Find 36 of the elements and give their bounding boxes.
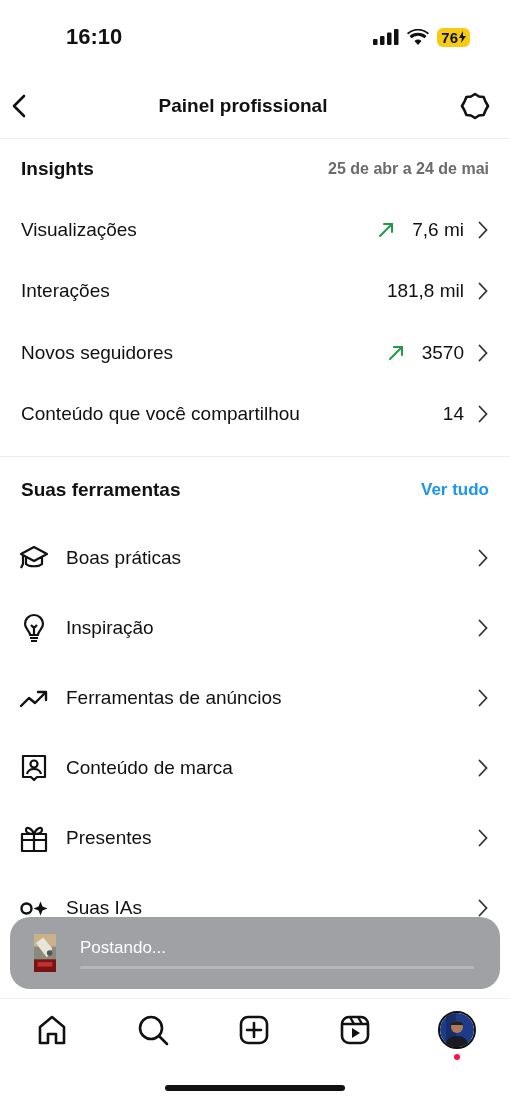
metric-row[interactable]: Visualizações 7,6 mi: [0, 199, 510, 261]
tool-row[interactable]: Boas práticas: [0, 523, 510, 593]
chevron-icon: [478, 619, 488, 637]
chevron-icon: [478, 759, 488, 777]
tool-row[interactable]: Ferramentas de anúncios: [0, 663, 510, 733]
home-icon: [36, 1014, 68, 1046]
chevron-icon: [478, 689, 488, 707]
metric-row[interactable]: Novos seguidores 3570: [0, 322, 510, 384]
add-icon: [238, 1014, 270, 1046]
chevron-icon: [478, 405, 488, 424]
chevron-icon: [478, 220, 488, 239]
posting-status: Postando...: [80, 937, 167, 958]
back-icon[interactable]: [12, 94, 26, 118]
wifi-icon: [407, 29, 430, 45]
person-card-icon: [19, 753, 49, 783]
battery-level: 76: [437, 27, 470, 47]
chevron-icon: [478, 549, 488, 567]
chevron-icon: [478, 829, 488, 847]
status-time: 16:10: [66, 24, 123, 50]
metric-row[interactable]: Conteúdo que você compartilhou 14: [0, 383, 510, 445]
video-icon: [339, 1014, 371, 1046]
sparkle-icon: [20, 900, 48, 916]
chevron-icon: [478, 343, 488, 362]
metric-row[interactable]: Interações 181,8 mil: [0, 260, 510, 322]
tool-row[interactable]: Conteúdo de marca: [0, 733, 510, 803]
section-title: Insights: [21, 158, 94, 180]
section-title: Suas ferramentas: [21, 479, 181, 501]
tool-row[interactable]: Inspiração: [0, 593, 510, 663]
chevron-icon: [478, 282, 488, 301]
tool-row[interactable]: Presentes: [0, 803, 510, 873]
settings-icon[interactable]: [460, 91, 490, 121]
page-title: Painel profissional: [158, 95, 328, 117]
signal-icon: [373, 29, 400, 45]
search-icon: [137, 1014, 169, 1046]
chevron-icon: [478, 899, 488, 917]
date-range: 25 de abr a 24 de mai: [328, 160, 489, 178]
